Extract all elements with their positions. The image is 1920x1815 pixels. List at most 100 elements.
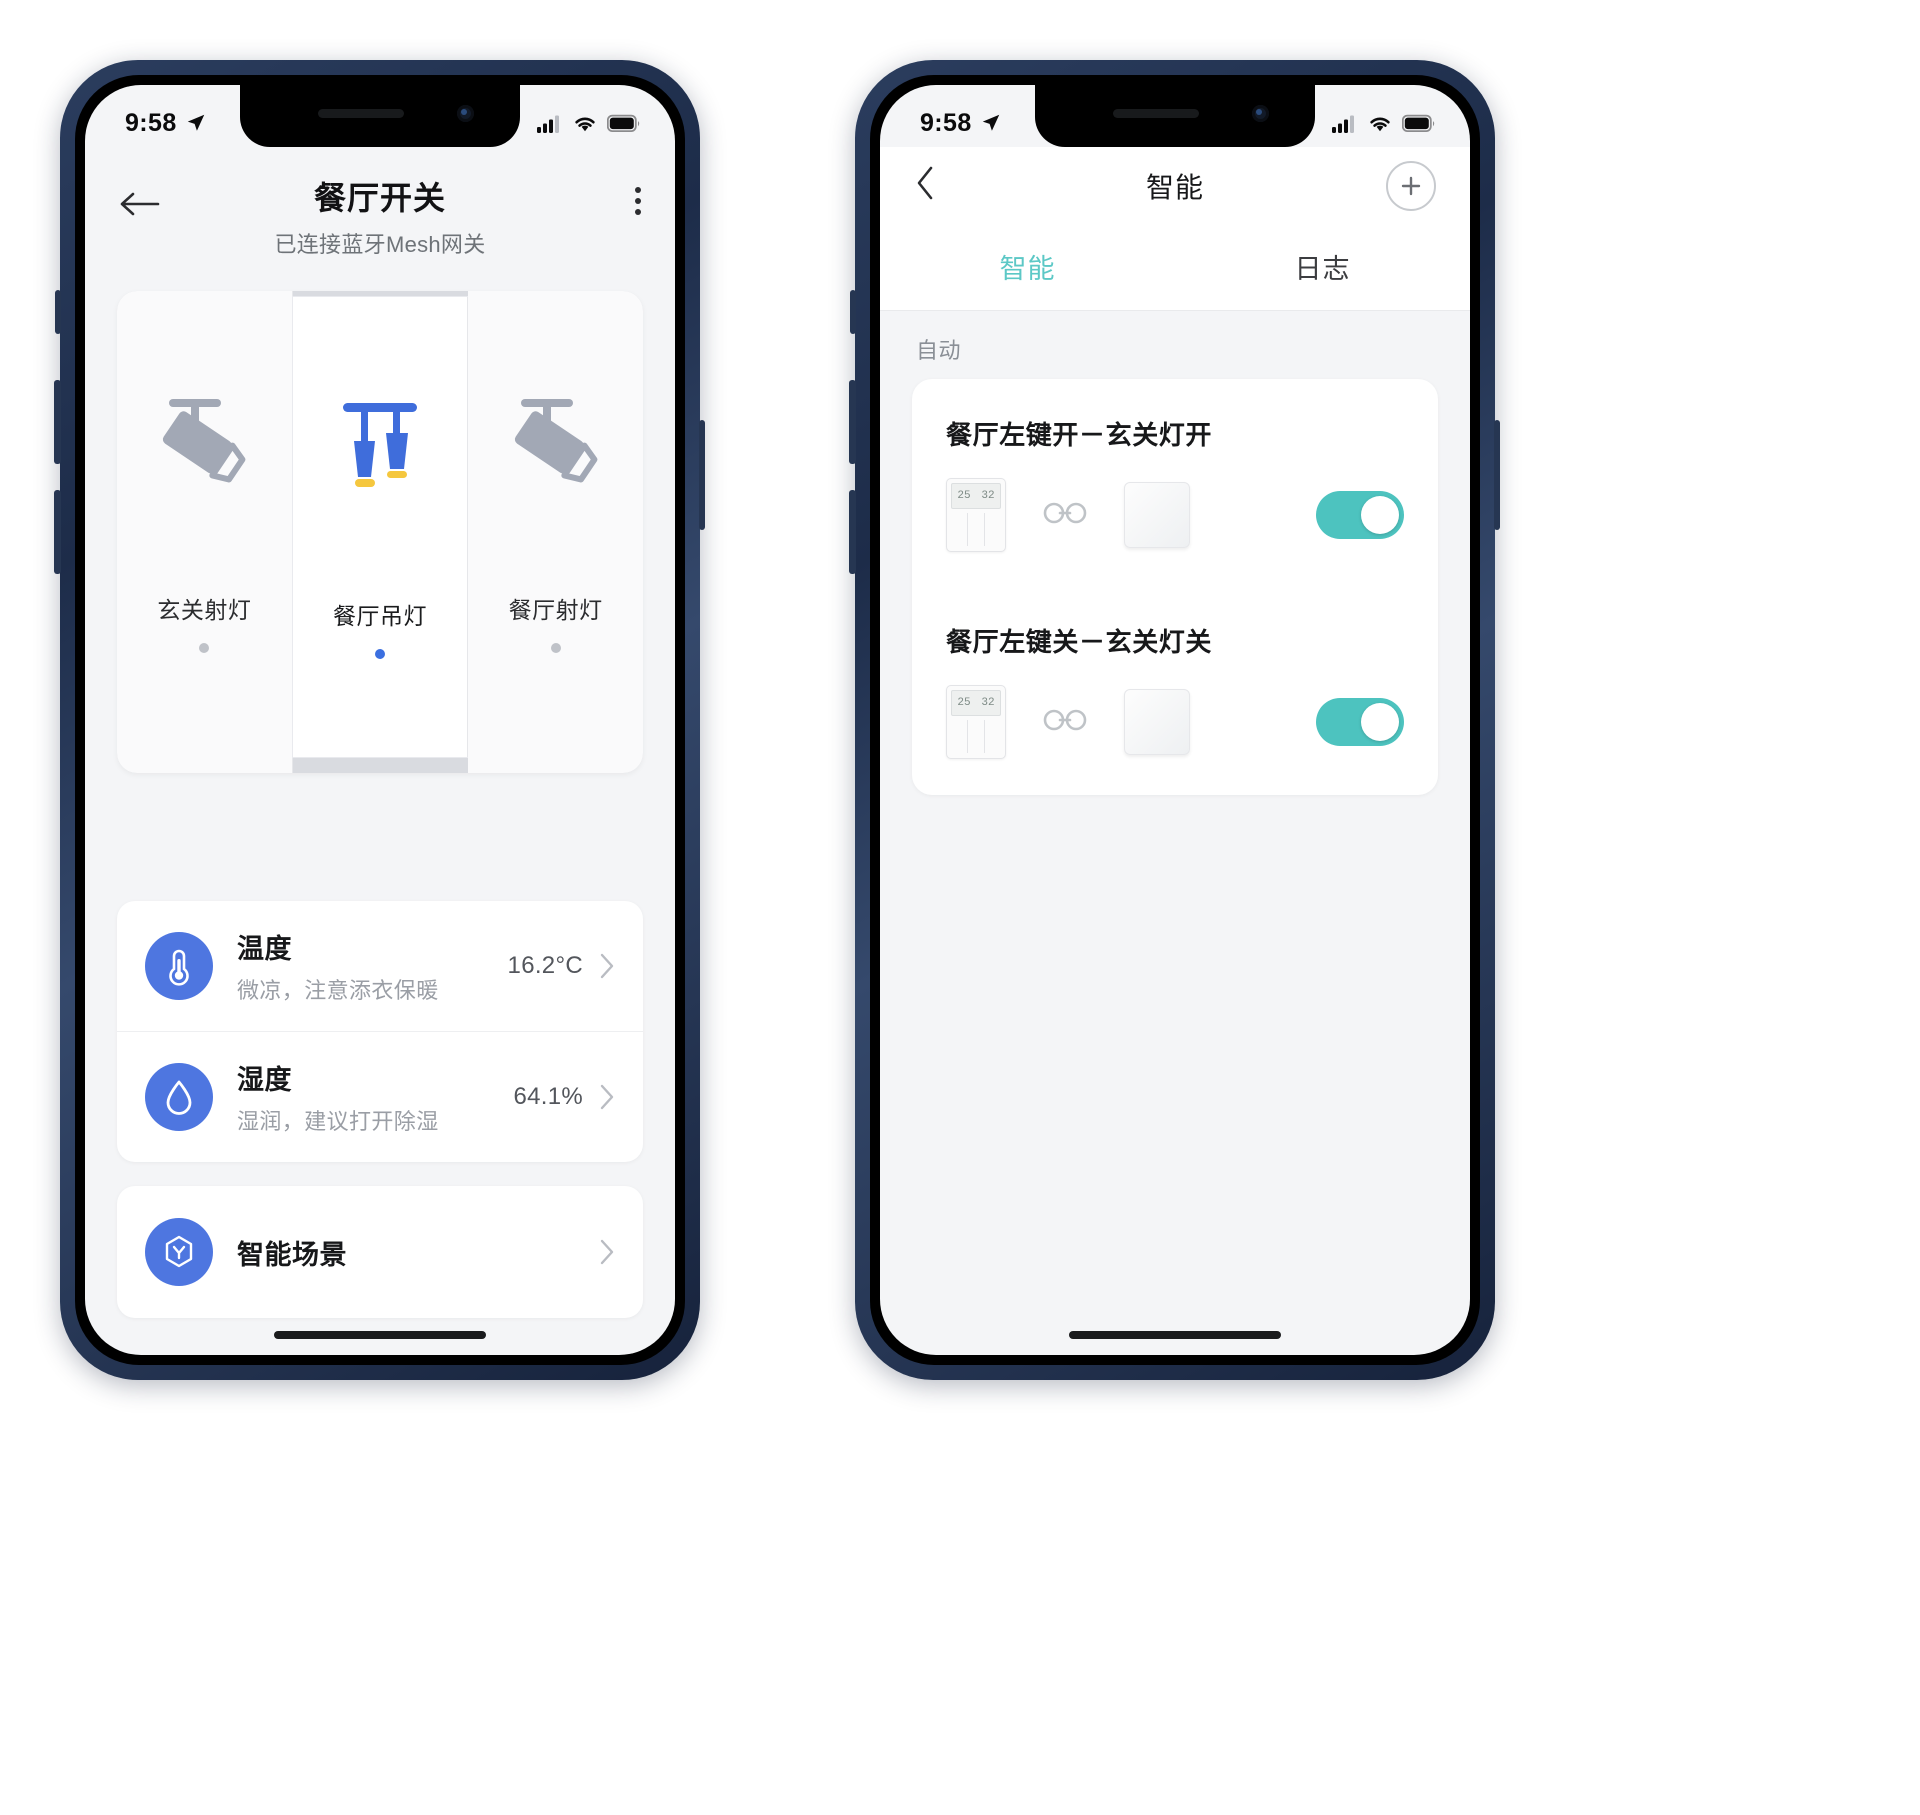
add-automation-button[interactable] xyxy=(1386,161,1436,211)
light-card-2[interactable]: 餐厅射灯 xyxy=(468,291,643,773)
volume-up-button[interactable] xyxy=(54,380,61,464)
smart-scene-card[interactable]: 智能场景 xyxy=(117,1186,643,1318)
smart-scene-row[interactable]: 智能场景 xyxy=(117,1186,643,1318)
cellular-signal-icon xyxy=(537,115,559,133)
display-temp: 25 xyxy=(957,697,971,709)
automation-list-card: 餐厅左键开－玄关灯开 25 32 餐厅左键关－玄关灯关 25 32 xyxy=(912,379,1438,795)
automation-name: 餐厅左键开－玄关灯开 xyxy=(946,420,1213,450)
sensor-desc: 湿润，建议打开除湿 xyxy=(237,1109,439,1134)
spotlight-icon xyxy=(163,399,246,483)
automation-spacer xyxy=(912,562,1438,596)
sensor-card: 温度 微凉，注意添衣保暖 16.2°C 湿度 湿润，建议打开除湿 64.1% xyxy=(117,901,643,1162)
spotlight-icon xyxy=(514,399,598,483)
automation-body: 25 32 xyxy=(946,478,1404,552)
light-card-0[interactable]: 玄关射灯 xyxy=(117,291,293,773)
back-button[interactable] xyxy=(914,164,936,208)
light-name: 玄关射灯 xyxy=(157,597,252,623)
light-state-dot xyxy=(550,643,561,653)
front-camera xyxy=(457,105,474,122)
humidity-drop-icon xyxy=(166,1080,192,1115)
screen-device-detail: 9:58 餐厅开关 已连接蓝牙Mesh网关 玄关射灯 餐厅吊灯 餐厅射灯 温度 … xyxy=(85,85,675,1355)
switch-display: 25 32 xyxy=(951,690,1001,716)
chevron-right-icon xyxy=(600,953,614,979)
light-state-dot xyxy=(199,643,210,653)
status-time: 9:58 xyxy=(920,108,972,137)
sensor-desc: 微凉，注意添衣保暖 xyxy=(237,978,439,1003)
location-arrow-icon xyxy=(982,114,999,131)
mute-switch[interactable] xyxy=(55,290,61,334)
tab-smart[interactable]: 智能 xyxy=(880,225,1175,310)
smart-scene-title: 智能场景 xyxy=(237,1239,347,1270)
more-options-button[interactable] xyxy=(595,173,641,220)
light-name: 餐厅吊灯 xyxy=(333,603,427,629)
light-icon-area xyxy=(293,297,468,597)
status-indicators xyxy=(1332,114,1436,133)
status-time-group: 9:58 xyxy=(125,109,207,138)
tab-log[interactable]: 日志 xyxy=(1175,225,1470,310)
mute-switch[interactable] xyxy=(850,290,856,334)
automation-toggle[interactable] xyxy=(1316,491,1404,539)
plus-circle-icon xyxy=(1401,176,1421,196)
cellular-signal-icon xyxy=(1332,115,1354,133)
light-name: 餐厅射灯 xyxy=(508,597,603,623)
light-icon-area xyxy=(117,291,292,591)
sensor-row-humidity[interactable]: 湿度 湿润，建议打开除湿 64.1% xyxy=(117,1031,643,1162)
volume-down-button[interactable] xyxy=(849,490,856,574)
screenshot-stage: 9:58 餐厅开关 已连接蓝牙Mesh网关 玄关射灯 餐厅吊灯 餐厅射灯 温度 … xyxy=(0,0,1920,1815)
sensor-row-temperature[interactable]: 温度 微凉，注意添衣保暖 16.2°C xyxy=(117,901,643,1031)
pendant-lamp-icon xyxy=(343,403,417,487)
lights-carousel[interactable]: 玄关射灯 餐厅吊灯 餐厅射灯 xyxy=(117,291,643,773)
notch xyxy=(240,85,520,147)
location-arrow-icon xyxy=(187,114,204,131)
notch xyxy=(1035,85,1315,147)
volume-up-button[interactable] xyxy=(849,380,856,464)
phone-bezel: 9:58 xyxy=(870,75,1480,1365)
humidity-icon-badge xyxy=(145,1063,213,1131)
home-indicator[interactable] xyxy=(1069,1331,1281,1339)
battery-full-icon xyxy=(1402,114,1435,132)
display-temp: 25 xyxy=(957,490,971,502)
status-indicators xyxy=(537,114,641,133)
device-title-wrap: 餐厅开关 已连接蓝牙Mesh网关 xyxy=(165,173,595,259)
switch-display: 25 32 xyxy=(951,483,1001,509)
smart-scene-icon-badge xyxy=(145,1218,213,1286)
power-button[interactable] xyxy=(699,420,705,530)
link-chain-icon xyxy=(1042,707,1088,738)
screen-automations: 9:58 智能 智能 日志 自动 餐厅左键开－玄关灯开 25 32 餐厅左键关－… xyxy=(880,85,1470,1355)
light-card-1[interactable]: 餐厅吊灯 xyxy=(292,297,469,757)
status-time: 9:58 xyxy=(125,108,177,137)
more-vertical-icon xyxy=(635,187,641,220)
arrow-left-icon xyxy=(120,192,160,216)
wifi-icon xyxy=(575,117,595,131)
page-title: 餐厅开关 xyxy=(313,180,446,216)
battery-full-icon xyxy=(607,114,640,132)
device-header: 餐厅开关 已连接蓝牙Mesh网关 xyxy=(85,147,675,273)
thermometer-icon xyxy=(169,949,189,986)
phone-bezel: 9:58 xyxy=(75,75,685,1365)
status-time-group: 9:58 xyxy=(920,109,1002,138)
smart-scene-icon xyxy=(165,1235,193,1268)
volume-down-button[interactable] xyxy=(54,490,61,574)
back-button[interactable] xyxy=(119,173,165,224)
automation-row-0[interactable]: 餐厅左键开－玄关灯开 25 32 xyxy=(912,389,1438,562)
display-humidity: 32 xyxy=(981,490,995,502)
chevron-left-icon xyxy=(917,166,933,200)
earpiece-speaker xyxy=(318,109,404,118)
automation-row-1[interactable]: 餐厅左键关－玄关灯关 25 32 xyxy=(912,596,1438,769)
phone-left: 9:58 餐厅开关 已连接蓝牙Mesh网关 玄关射灯 餐厅吊灯 餐厅射灯 温度 … xyxy=(54,60,705,1380)
sensor-title: 湿度 xyxy=(237,1065,292,1095)
phone-right: 9:58 智能 智能 日志 自动 餐厅左键开－玄关灯开 25 32 餐厅左键关－… xyxy=(849,60,1500,1380)
page-subtitle: 已连接蓝牙Mesh网关 xyxy=(274,232,486,257)
switch-keys xyxy=(951,513,1001,546)
sensor-value: 64.1% xyxy=(513,1083,583,1110)
switch-panel-icon xyxy=(1124,482,1190,548)
front-camera xyxy=(1252,105,1269,122)
toggle-knob xyxy=(1361,496,1399,534)
home-indicator[interactable] xyxy=(274,1331,486,1339)
sensor-text: 湿度 湿润，建议打开除湿 xyxy=(237,1058,513,1136)
wall-switch-3gang-icon: 25 32 xyxy=(946,685,1006,759)
automation-toggle[interactable] xyxy=(1316,698,1404,746)
chevron-right-icon xyxy=(600,1239,614,1265)
power-button[interactable] xyxy=(1494,420,1500,530)
display-humidity: 32 xyxy=(981,697,995,709)
